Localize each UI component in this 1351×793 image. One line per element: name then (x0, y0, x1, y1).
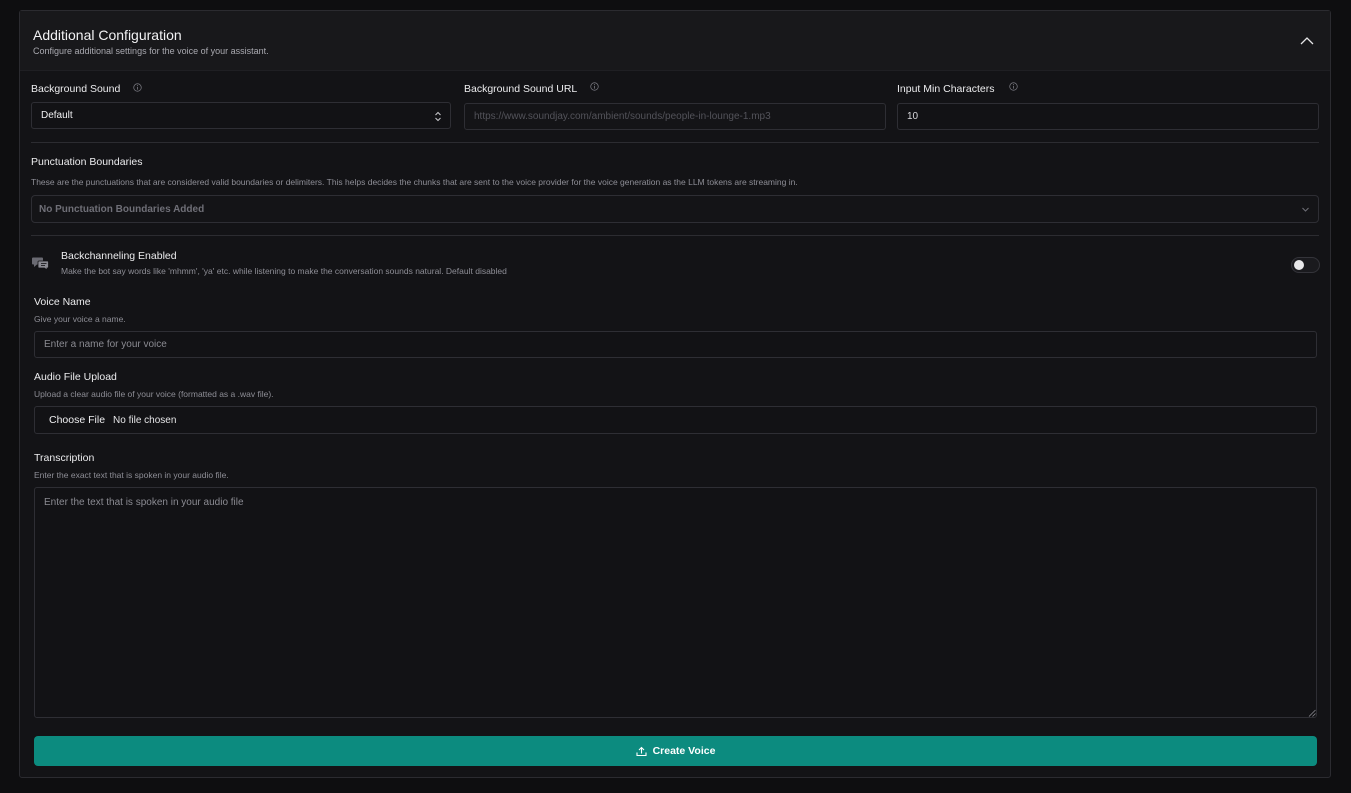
info-icon[interactable] (133, 83, 142, 92)
info-icon[interactable] (1009, 82, 1018, 91)
additional-configuration-panel: Additional Configuration Configure addit… (19, 10, 1331, 778)
punctuation-boundaries-value: No Punctuation Boundaries Added (39, 203, 205, 215)
toggle-knob (1294, 260, 1304, 270)
panel-subtitle: Configure additional settings for the vo… (33, 46, 269, 56)
collapse-button[interactable] (1298, 33, 1316, 49)
panel-header[interactable]: Additional Configuration Configure addit… (20, 11, 1330, 71)
background-sound-select[interactable]: Default (31, 102, 451, 129)
info-icon[interactable] (590, 82, 599, 91)
chevron-down-icon (1302, 207, 1309, 212)
audio-upload-label: Audio File Upload (34, 371, 117, 383)
chevron-up-icon (1300, 37, 1314, 45)
background-sound-label: Background Sound (31, 83, 121, 95)
audio-file-input[interactable]: Choose File No file chosen (34, 406, 1317, 434)
voice-name-description: Give your voice a name. (34, 314, 126, 324)
background-sound-url-input (464, 103, 886, 130)
transcription-textarea[interactable] (34, 487, 1317, 718)
background-sound-url-label: Background Sound URL (464, 83, 578, 95)
chat-bubbles-icon (32, 257, 49, 270)
input-min-characters-label: Input Min Characters (897, 83, 995, 95)
file-status: No file chosen (113, 414, 177, 426)
divider (31, 142, 1319, 143)
panel-title: Additional Configuration (33, 27, 182, 43)
voice-name-input[interactable] (34, 331, 1317, 358)
background-sound-url-field (474, 111, 885, 122)
create-voice-label: Create Voice (652, 745, 716, 757)
backchanneling-label: Backchanneling Enabled (61, 250, 177, 262)
backchanneling-toggle[interactable] (1291, 257, 1320, 273)
background-sound-value: Default (41, 110, 73, 121)
divider (31, 235, 1319, 236)
transcription-label: Transcription (34, 452, 95, 464)
input-min-characters-field[interactable] (907, 111, 1318, 122)
transcription-description: Enter the exact text that is spoken in y… (34, 470, 229, 480)
voice-name-label: Voice Name (34, 296, 91, 308)
select-arrows-icon (435, 111, 441, 122)
punctuation-boundaries-label: Punctuation Boundaries (31, 156, 143, 168)
resize-grip-icon[interactable] (1308, 709, 1316, 717)
punctuation-boundaries-select[interactable]: No Punctuation Boundaries Added (31, 195, 1319, 223)
punctuation-boundaries-description: These are the punctuations that are cons… (31, 177, 798, 187)
backchanneling-description: Make the bot say words like 'mhmm', 'ya'… (61, 266, 507, 276)
choose-file-button[interactable]: Choose File (49, 414, 105, 426)
input-min-characters-input[interactable] (897, 103, 1319, 130)
audio-upload-description: Upload a clear audio file of your voice … (34, 389, 274, 399)
voice-name-field[interactable] (44, 339, 1316, 350)
create-voice-button[interactable]: Create Voice (34, 736, 1317, 766)
upload-icon (636, 746, 647, 756)
